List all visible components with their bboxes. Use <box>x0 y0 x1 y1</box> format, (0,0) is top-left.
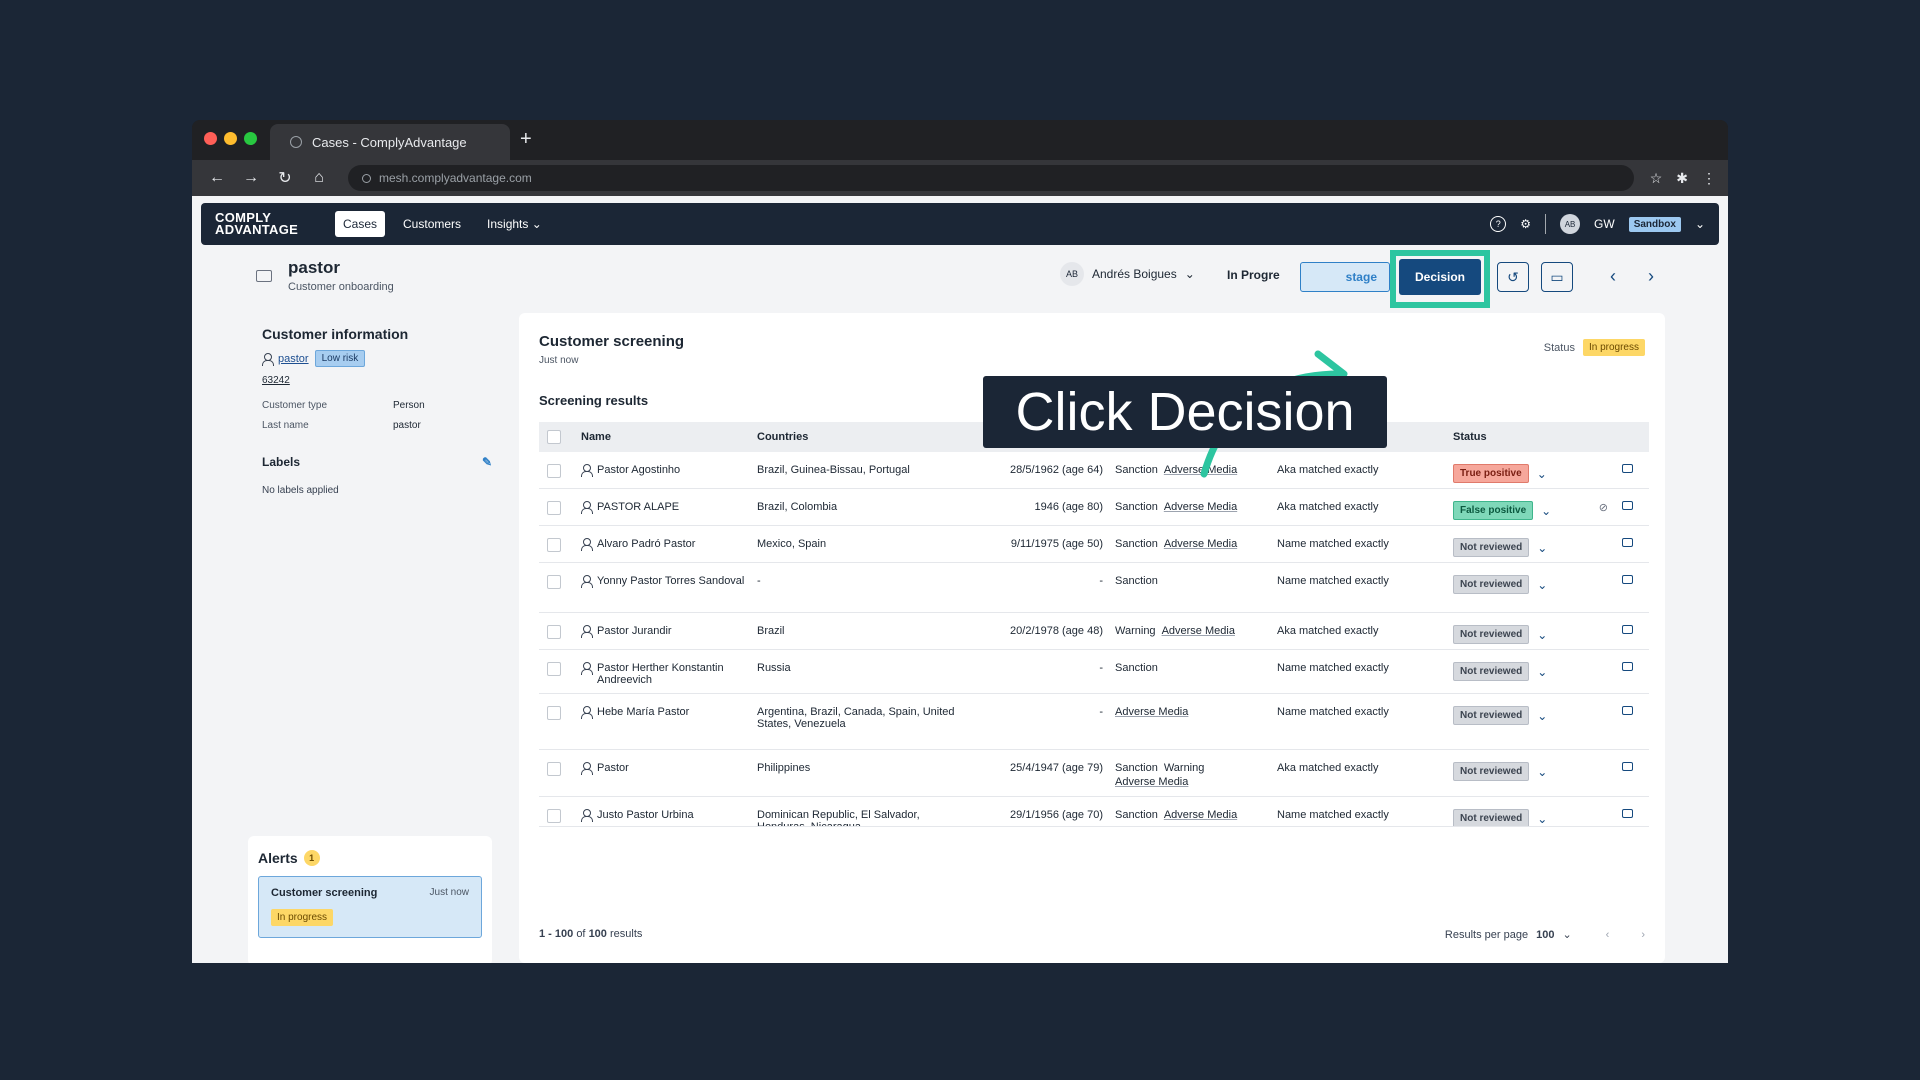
tab-bar: Cases - ComplyAdvantage + <box>192 120 1728 160</box>
maximize-window-button[interactable] <box>244 132 257 145</box>
browser-window: Cases - ComplyAdvantage + ← → ↻ ⌂ mesh.c… <box>192 120 1728 963</box>
home-icon[interactable]: ⌂ <box>306 165 332 191</box>
tab-title: Cases - ComplyAdvantage <box>312 134 467 150</box>
site-info-icon[interactable] <box>362 173 371 183</box>
minimize-window-button[interactable] <box>224 132 237 145</box>
reload-icon[interactable]: ↻ <box>272 165 298 191</box>
url-text: mesh.complyadvantage.com <box>379 171 532 185</box>
forward-icon[interactable]: → <box>238 165 264 191</box>
app-viewport: COMPLY ADVANTAGE Cases Customers Insight… <box>192 196 1728 963</box>
browser-tab[interactable]: Cases - ComplyAdvantage <box>270 124 510 160</box>
extensions-icon[interactable]: ✱ <box>1676 170 1688 187</box>
tutorial-callout: Click Decision <box>983 376 1387 448</box>
new-tab-button[interactable]: + <box>520 129 532 149</box>
browser-toolbar: ← → ↻ ⌂ mesh.complyadvantage.com ☆ ✱ ⋮ <box>192 160 1728 196</box>
back-icon[interactable]: ← <box>204 165 230 191</box>
close-window-button[interactable] <box>204 132 217 145</box>
bookmark-star-icon[interactable]: ☆ <box>1650 170 1663 187</box>
address-bar[interactable]: mesh.complyadvantage.com <box>348 165 1634 191</box>
browser-menu-icon[interactable]: ⋮ <box>1702 170 1716 187</box>
tutorial-arrow <box>1200 350 1348 478</box>
globe-icon <box>290 136 302 148</box>
